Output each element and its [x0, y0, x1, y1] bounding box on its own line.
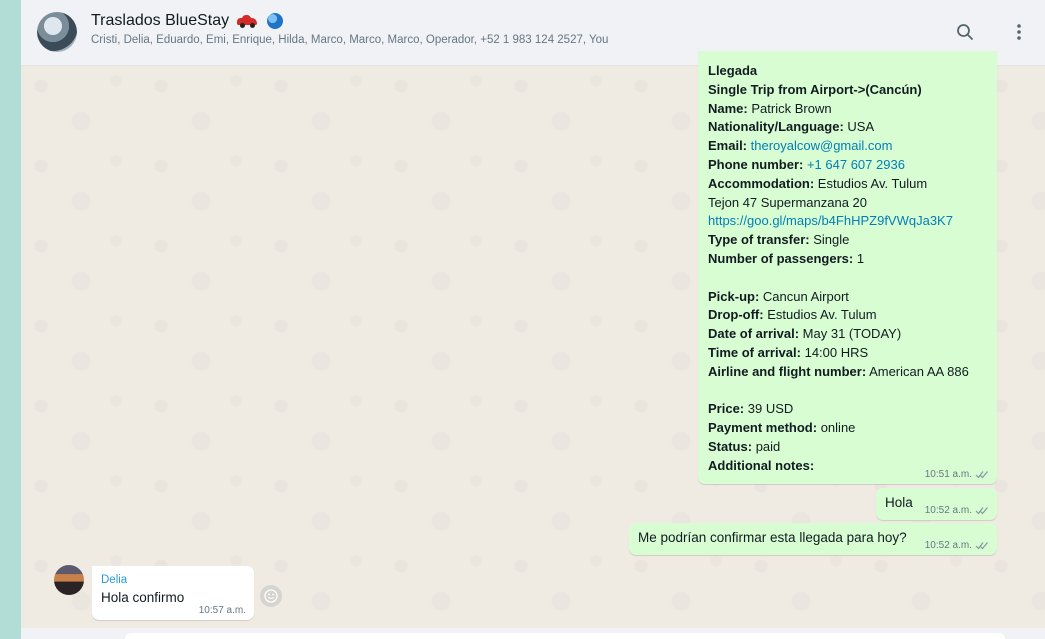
- message-time: 10:51 a.m.: [924, 469, 972, 480]
- payment-label: Payment method:: [708, 420, 818, 436]
- date-label: Date of arrival:: [708, 326, 800, 342]
- email-label: Email:: [708, 138, 748, 154]
- transfer-label: Type of transfer:: [708, 232, 810, 248]
- read-ticks-icon: [975, 507, 988, 515]
- price-value: 39 USD: [747, 401, 794, 417]
- sender-avatar[interactable]: [54, 565, 84, 595]
- time-label: Time of arrival:: [708, 344, 801, 360]
- sender-name[interactable]: Delia: [101, 574, 245, 586]
- booking-message[interactable]: Llegada Single Trip from Airport->(Cancú…: [698, 51, 997, 484]
- group-avatar[interactable]: [37, 12, 77, 52]
- maps-link[interactable]: https://goo.gl/maps/b4FhHPZ9fVWqJa3K7: [708, 212, 987, 231]
- name-value: Patrick Brown: [751, 100, 832, 116]
- time-value: 14:00 HRS: [804, 344, 869, 360]
- message-time: 10:57 a.m.: [198, 605, 246, 616]
- dropoff-label: Drop-off:: [708, 307, 764, 323]
- passengers-label: Number of passengers:: [708, 250, 854, 266]
- read-ticks-icon: [975, 471, 988, 479]
- hola-message[interactable]: Hola 10:52 a.m.: [876, 488, 997, 520]
- accommodation-label: Accommodation:: [708, 175, 815, 191]
- search-icon[interactable]: [953, 20, 977, 44]
- status-label: Status:: [708, 438, 753, 454]
- participants-list: Cristi, Delia, Eduardo, Emi, Enrique, Hi…: [91, 34, 609, 46]
- read-ticks-icon: [975, 542, 988, 550]
- message-text: Me podrían confirmar esta llegada para h…: [638, 530, 907, 545]
- dropoff-value: Estudios Av. Tulum: [767, 307, 877, 323]
- airline-value: American AA 886: [869, 363, 969, 379]
- message-text: Hola: [885, 495, 913, 510]
- nationality-label: Nationality/Language:: [708, 119, 844, 135]
- airline-label: Airline and flight number:: [708, 363, 867, 379]
- group-info[interactable]: Traslados BlueStay Cristi, Delia, Eduard…: [91, 12, 891, 46]
- email-link[interactable]: theroyalcow@gmail.com: [751, 138, 893, 153]
- phone-link[interactable]: +1 647 607 2936: [807, 157, 905, 172]
- message-text: Hola confirmo: [101, 590, 185, 605]
- accommodation-value: Estudios Av. Tulum: [817, 175, 928, 191]
- phone-label: Phone number:: [708, 156, 804, 172]
- group-name: Traslados BlueStay: [91, 12, 230, 29]
- transfer-value: Single: [813, 232, 850, 248]
- passengers-value: 1: [856, 250, 865, 266]
- message-input[interactable]: [125, 633, 1005, 639]
- price-label: Price:: [708, 401, 745, 417]
- car-icon: [237, 15, 258, 28]
- date-value: May 31 (TODAY): [802, 326, 902, 342]
- status-value: paid: [755, 438, 781, 454]
- nationality-value: USA: [847, 119, 875, 135]
- menu-dots-icon[interactable]: [1007, 20, 1031, 44]
- chat-window: Traslados BlueStay Cristi, Delia, Eduard…: [21, 0, 1045, 639]
- reply-message[interactable]: Delia Hola confirmo 10:57 a.m.: [92, 566, 254, 620]
- address-text: Tejon 47 Supermanzana 20: [708, 194, 868, 210]
- booking-subtitle: Single Trip from Airport->(Cancún): [708, 81, 922, 97]
- globe-icon: [267, 13, 284, 29]
- pickup-value: Cancun Airport: [762, 288, 849, 304]
- message-time: 10:52 a.m.: [924, 540, 972, 551]
- emoji-reaction-icon[interactable]: [260, 585, 282, 607]
- message-time: 10:52 a.m.: [924, 505, 972, 516]
- pickup-label: Pick-up:: [708, 288, 760, 304]
- notes-label: Additional notes:: [708, 457, 815, 473]
- booking-title: Llegada: [708, 63, 758, 78]
- payment-value: online: [820, 420, 856, 436]
- name-label: Name:: [708, 100, 748, 116]
- question-message[interactable]: Me podrían confirmar esta llegada para h…: [629, 523, 997, 555]
